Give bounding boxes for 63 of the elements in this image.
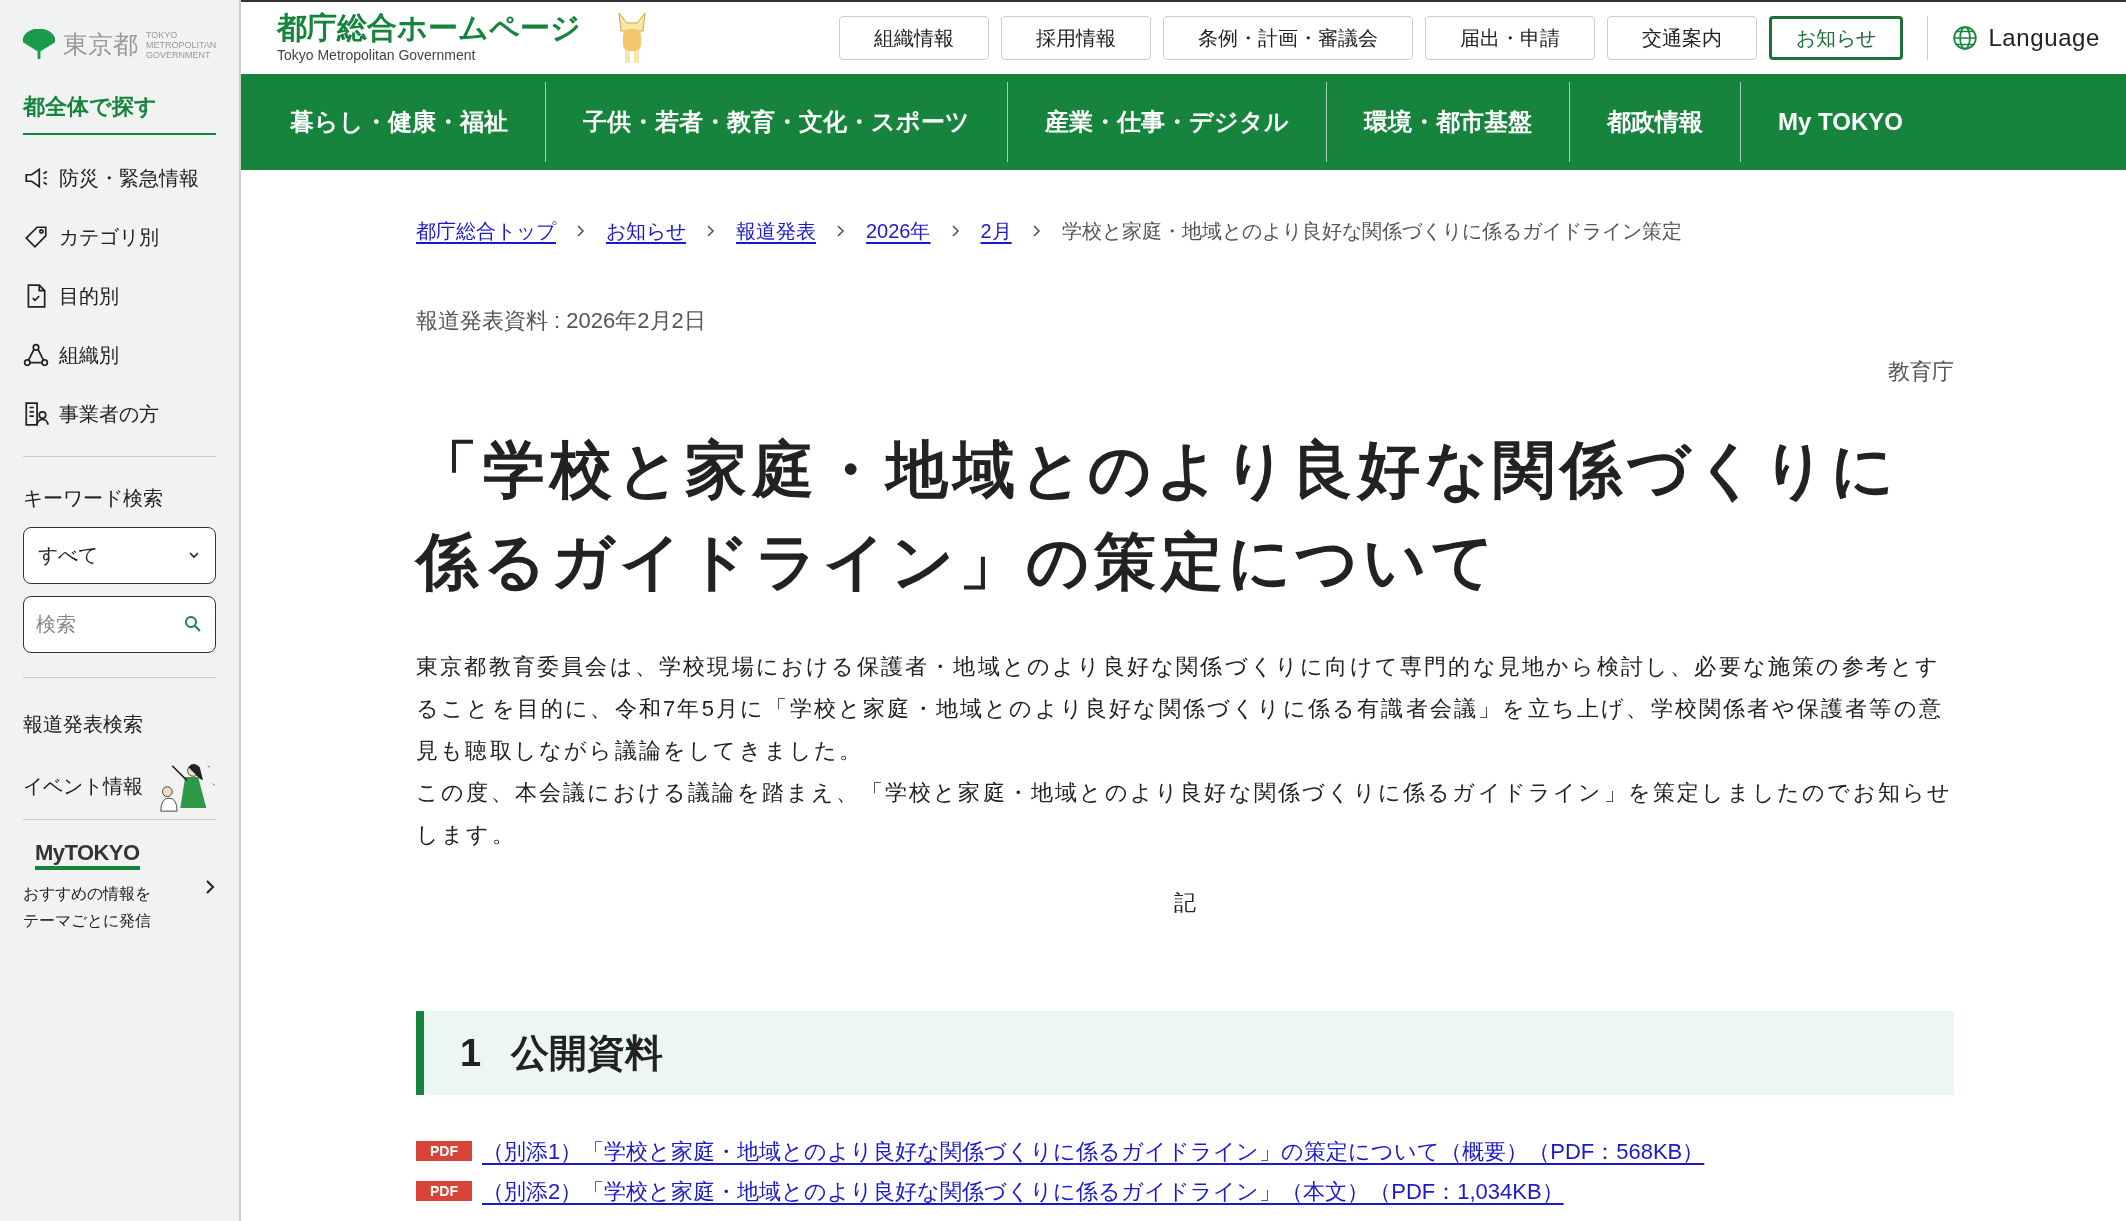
mascot-drawing	[615, 11, 649, 65]
breadcrumb-link[interactable]: 2026年	[866, 216, 931, 246]
nav-link[interactable]: 子供・若者・教育・文化・スポーツ	[546, 104, 1007, 140]
breadcrumb-link[interactable]: 報道発表	[736, 216, 816, 246]
sidebar-link[interactable]: カテゴリ別	[23, 207, 216, 267]
body-paragraph: この度、本会議における議論を踏まえ、「学校と家庭・地域とのより良好な関係づくりに係るガイドライン」を策定しましたのでお知らせします。	[416, 779, 1954, 849]
chevron-right-icon	[836, 223, 846, 239]
header-button[interactable]: 組織情報	[839, 16, 990, 60]
mytokyo-link[interactable]: MyTOKYO おすすめの情報を テーマごとに発信	[23, 819, 216, 934]
ginkgo-leaf-icon	[23, 28, 55, 61]
chevron-right-icon	[204, 877, 216, 896]
chevron-right-icon	[576, 223, 586, 239]
chevron-right-icon	[1031, 223, 1042, 239]
file-link[interactable]: （別添2）「学校と家庭・地域とのより良好な関係づくりに係るガイドライン」（本文）（PDF：1,034KB）	[482, 1174, 1564, 1208]
header-button[interactable]: お知らせ	[1769, 16, 1904, 60]
ki-label: 記	[1174, 889, 1196, 917]
site-title: 都庁総合ホームページ	[277, 10, 581, 45]
header-button[interactable]: 届出・申請	[1425, 16, 1596, 60]
department: 教育庁	[1888, 358, 1954, 386]
site-subtitle: Tokyo Metropolitan Government	[277, 45, 477, 65]
sidebar-heading: 都全体で探す	[23, 89, 216, 135]
breadcrumb-link[interactable]: 2月	[980, 216, 1012, 246]
promo-text: おすすめの情報を	[23, 883, 151, 904]
promo-text: テーマごとに発信	[23, 910, 151, 931]
language-link[interactable]: Language	[1952, 20, 2100, 56]
category-select[interactable]: すべて	[23, 526, 216, 584]
megaphone-icon	[23, 165, 49, 191]
keyword-label: キーワード検索	[23, 485, 164, 511]
nav-link[interactable]: 暮らし・健康・福祉	[253, 104, 545, 140]
sidebar-link[interactable]: 報道発表検索	[23, 708, 143, 739]
search-field[interactable]: 検索	[23, 595, 216, 653]
section-heading: 1 公開資料	[416, 1011, 1954, 1095]
building-person-icon	[23, 401, 49, 427]
sidebar-link[interactable]: 防災・緊急情報	[23, 148, 216, 208]
breadcrumb-link[interactable]: 都庁総合トップ	[416, 216, 556, 246]
nav-link[interactable]: 都政情報	[1570, 104, 1740, 140]
chevron-right-icon	[950, 223, 961, 239]
search-icon[interactable]	[184, 614, 202, 633]
sidebar-link[interactable]: イベント情報	[23, 771, 143, 801]
globe-icon	[1952, 25, 1979, 51]
logo-subtext: TOKYO METROPOLITAN GOVERNMENT	[146, 29, 216, 60]
pdf-badge: PDF	[416, 1141, 472, 1161]
page-title: 「学校と家庭・地域とのより良好な関係づくりに係るガイドライン」の策定について	[416, 434, 1901, 598]
chevron-right-icon	[706, 223, 716, 239]
nav-link[interactable]: My TOKYO	[1741, 104, 1940, 140]
pdf-badge: PDF	[416, 1181, 472, 1201]
press-date: 報道発表資料 : 2026年2月2日	[416, 307, 707, 335]
header-button[interactable]: 条例・計画・審議会	[1163, 16, 1414, 60]
body-paragraph: 東京都教育委員会は、学校現場における保護者・地域とのより良好な関係づくりに向けて専門的な見地から検討し、必要な施策の参考とすることを目的に、令和7年5月に「学校と家庭・地域とのより良好な関係づくりに係る有識者会議」を立ち上げ、学校関係者や保護者等の意見も聴取しながら議論をしてきました。	[416, 653, 1945, 765]
tag-icon	[23, 224, 49, 250]
chevron-down-icon	[187, 550, 201, 560]
breadcrumb-current: 学校と家庭・地域とのより良好な関係づくりに係るガイドライン策定	[1061, 219, 1682, 244]
sidebar-link[interactable]: 事業者の方	[23, 384, 216, 444]
header-button[interactable]: 採用情報	[1001, 16, 1152, 60]
logo-text: 東京都	[63, 29, 138, 60]
nav-link[interactable]: 環境・都市基盤	[1327, 104, 1569, 140]
file-link[interactable]: （別添1）「学校と家庭・地域とのより良好な関係づくりに係るガイドライン」の策定について（概要）（PDF：568KB）	[482, 1134, 1705, 1168]
nav-link[interactable]: 産業・仕事・デジタル	[1008, 104, 1326, 140]
header-button[interactable]: 交通案内	[1607, 16, 1758, 60]
breadcrumb-link[interactable]: お知らせ	[606, 216, 686, 246]
sidebar-link[interactable]: 組織別	[23, 325, 216, 385]
org-chart-icon	[23, 342, 49, 368]
sidebar-link[interactable]: 目的別	[23, 266, 216, 326]
